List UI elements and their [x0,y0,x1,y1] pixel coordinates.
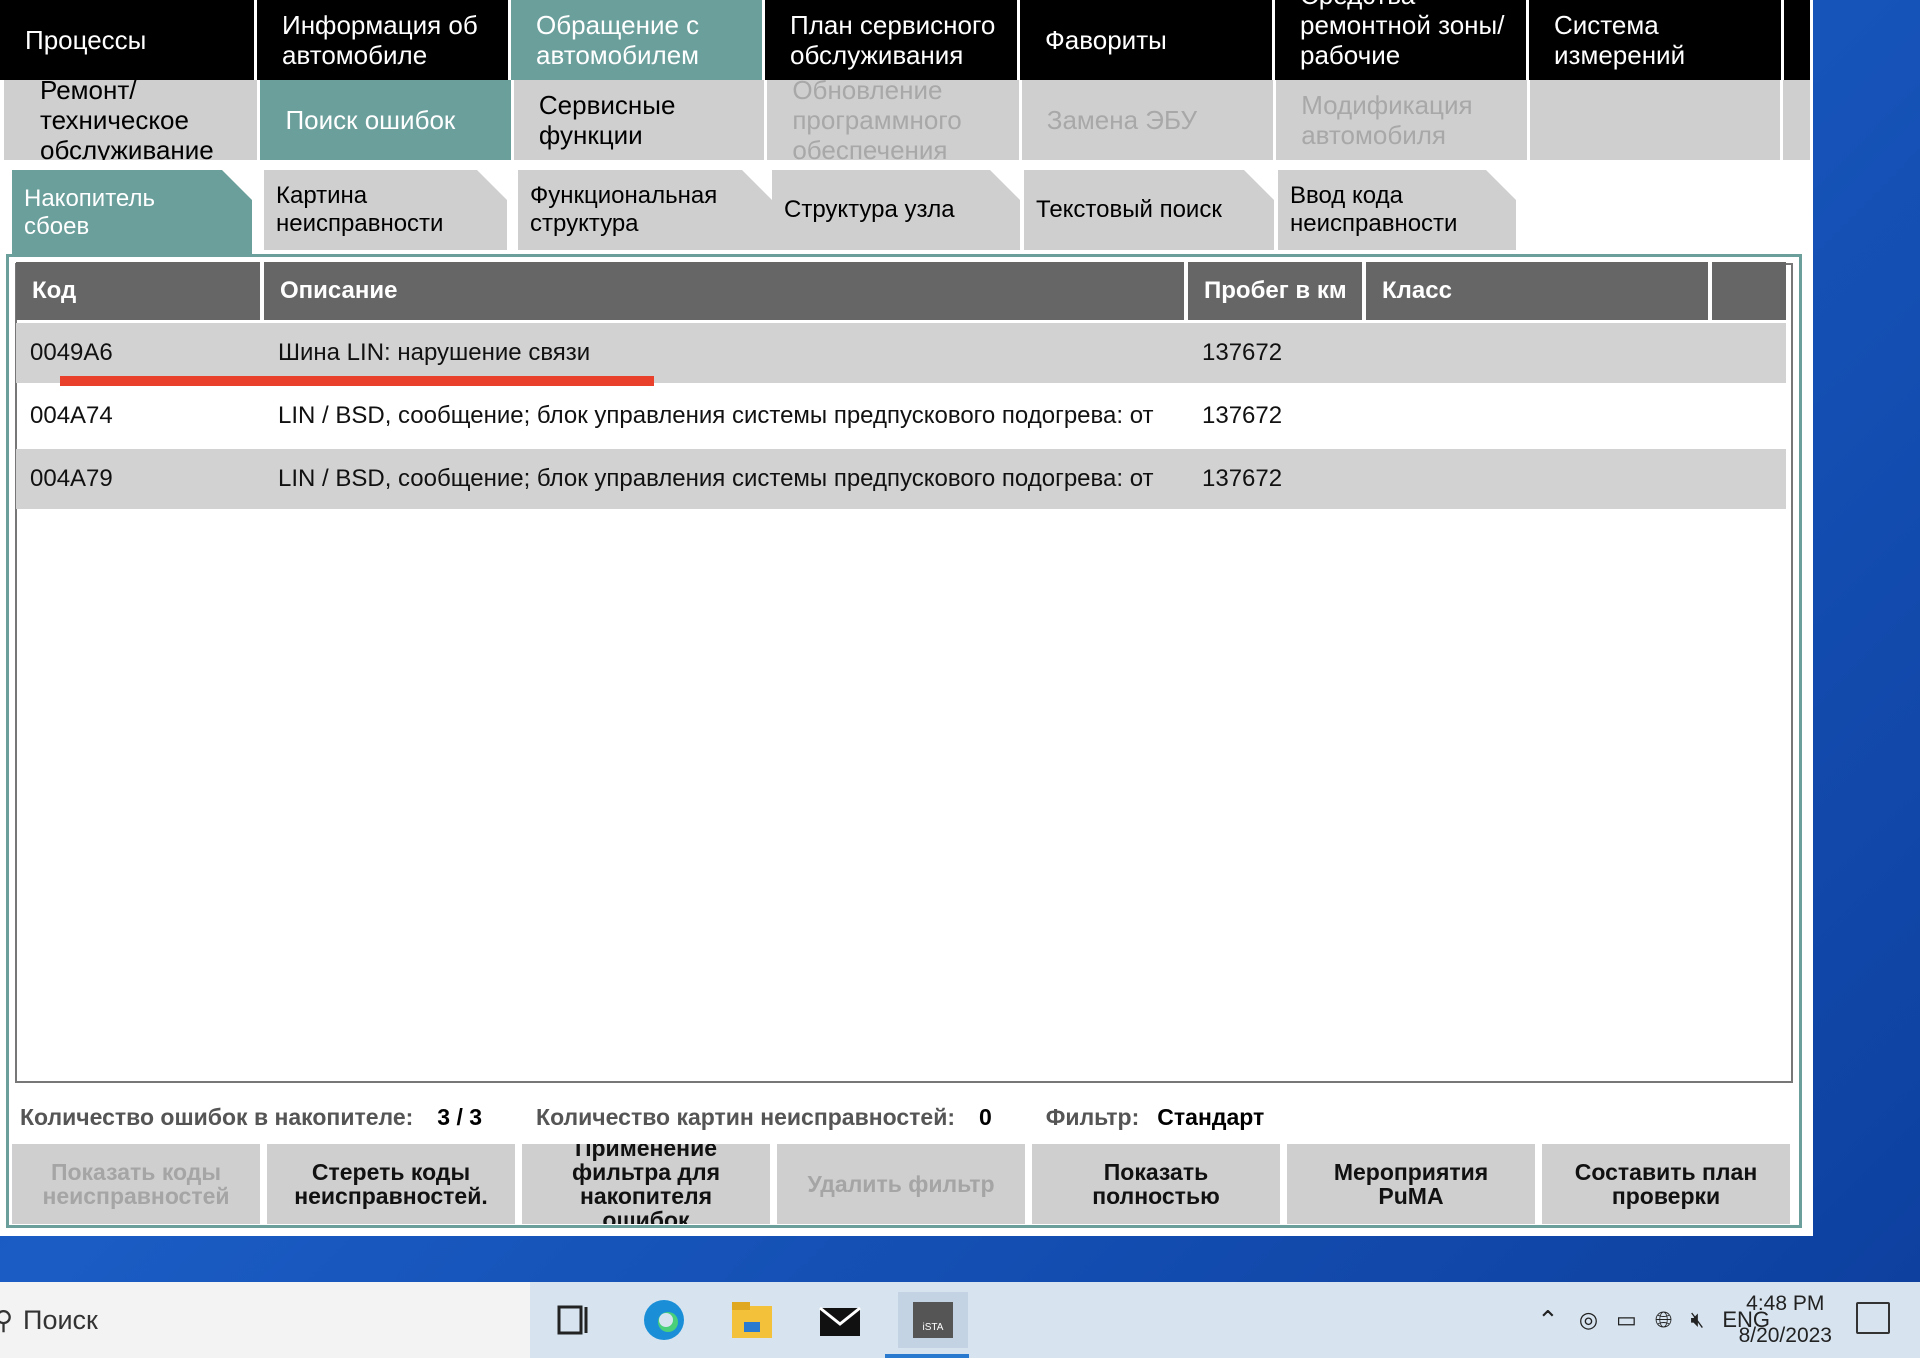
tab-fault-memory[interactable]: Накопитель сбоев [12,170,252,256]
create-test-plan-button[interactable]: Составить план проверки [1542,1144,1790,1224]
menu-vehicle-info[interactable]: Информация об автомобиле [257,0,511,80]
row-code: 0049A6 [30,339,113,366]
tab-component-structure[interactable]: Структура узла [772,170,1020,250]
menu-overflow [1784,0,1813,80]
table-header: Код Описание Пробег в км Класс [16,262,1786,320]
remove-filter-button: Удалить фильтр [777,1144,1025,1224]
submenu-ecu-replacement: Замена ЭБУ [1021,80,1277,160]
tab-functional-structure[interactable]: Функциональная структура [518,170,772,250]
row-code: 004A79 [30,465,113,492]
menu-processes[interactable]: Процессы [0,0,257,80]
submenu-repair-maintenance[interactable]: Ремонт/ техническое обслуживание [4,80,261,160]
submenu-service-functions[interactable]: Сервисные функции [513,80,768,160]
col-code[interactable]: Код [16,262,264,320]
row-mileage: 137672 [1202,465,1283,492]
network-icon[interactable]: 🌐︎ [1655,1307,1673,1333]
filter-value: Стандарт [1157,1104,1265,1130]
volume-muted-icon[interactable]: 🔇︎ [1690,1307,1704,1333]
submenu-vehicle-modification: Модификация автомобиля [1276,80,1530,160]
col-class[interactable]: Класс [1366,262,1712,320]
menu-measurement-system[interactable]: Система измерений [1529,0,1784,80]
notification-center-icon[interactable] [1856,1302,1890,1334]
menu-favorites[interactable]: Фавориты [1020,0,1275,80]
windows-taskbar: ⚲ Поиск iSTA ⌃ ◎ ▭ 🌐︎ 🔇︎ ENG 4:48 PM 8/2… [0,1282,1920,1358]
row-mileage: 137672 [1202,339,1283,366]
row-mileage: 137672 [1202,402,1283,429]
apply-filter-button[interactable]: Применение фильтра для накопителя ошибок [522,1144,770,1224]
tab-fault-code-input[interactable]: Ввод кода неисправности [1278,170,1516,250]
row-description: LIN / BSD, сообщение; блок управления си… [278,465,1154,492]
system-tray: ⌃ ◎ ▭ 🌐︎ 🔇︎ ENG [1537,1282,1770,1358]
show-fault-codes-button: Показать коды неисправностей [12,1144,260,1224]
clock-date: 8/20/2023 [1738,1324,1832,1347]
chevron-up-icon[interactable]: ⌃ [1537,1305,1559,1336]
col-extra [1712,262,1786,320]
svg-text:iSTA: iSTA [923,1322,944,1333]
ista-window: Процессы Информация об автомобиле Обраще… [0,0,1813,1236]
active-app-indicator [885,1354,969,1358]
menu-workshop-fluids[interactable]: Средства ремонтной зоны/ рабочие жидкост… [1275,0,1529,80]
show-all-button[interactable]: Показать полностью [1032,1144,1280,1224]
status-bar: Количество ошибок в накопителе: 3 / 3 Ко… [20,1104,1264,1131]
search-icon: ⚲ [0,1304,14,1335]
tab-fault-pattern[interactable]: Картина неисправности [264,170,507,250]
col-description[interactable]: Описание [264,262,1188,320]
meet-now-icon[interactable]: ◎ [1579,1307,1598,1333]
row-description: LIN / BSD, сообщение; блок управления си… [278,402,1154,429]
fault-pictures-value: 0 [979,1104,992,1130]
clock[interactable]: 4:48 PM 8/20/2023 [1739,1288,1832,1352]
menu-service-plan[interactable]: План сервисного обслуживания [765,0,1020,80]
fault-pictures-label: Количество картин неисправностей: [536,1104,955,1130]
submenu-software-update: Обновление программного обеспечения [767,80,1022,160]
table-row[interactable]: 0049A6 Шина LIN: нарушение связи 137672 [16,323,1786,383]
table-row[interactable]: 004A74 LIN / BSD, сообщение; блок управл… [16,386,1786,446]
edge-icon[interactable] [636,1292,692,1348]
sub-menu: Ремонт/ техническое обслуживание Поиск о… [0,80,1813,162]
puma-measures-button[interactable]: Мероприятия PuMA [1287,1144,1535,1224]
submenu-empty [1529,80,1784,160]
task-view-icon[interactable] [546,1292,602,1348]
mail-icon[interactable] [812,1292,868,1348]
battery-icon[interactable]: ▭ [1616,1307,1637,1333]
col-mileage[interactable]: Пробег в км [1188,262,1366,320]
main-menu: Процессы Информация об автомобиле Обраще… [0,0,1813,80]
submenu-fault-search[interactable]: Поиск ошибок [260,80,514,160]
menu-vehicle-handling[interactable]: Обращение с автомобилем [511,0,765,80]
red-underline-annotation [60,376,654,386]
clock-time: 4:48 PM [1746,1292,1825,1315]
tab-text-search[interactable]: Текстовый поиск [1024,170,1274,250]
action-buttons: Показать коды неисправностей Стереть код… [12,1144,1790,1224]
filter-label: Фильтр: [1045,1104,1140,1130]
row-code: 004A74 [30,402,113,429]
row-description: Шина LIN: нарушение связи [278,339,591,366]
submenu-overflow [1783,80,1813,160]
errors-count-value: 3 / 3 [437,1104,483,1130]
ista-app-icon[interactable]: iSTA [898,1292,968,1348]
errors-count-label: Количество ошибок в накопителе: [20,1104,414,1130]
clear-fault-codes-button[interactable]: Стереть коды неисправностей. [267,1144,515,1224]
search-placeholder: Поиск [23,1304,98,1335]
file-explorer-icon[interactable] [724,1292,780,1348]
taskbar-search-box[interactable]: ⚲ Поиск [0,1282,530,1358]
table-row[interactable]: 004A79 LIN / BSD, сообщение; блок управл… [16,449,1786,509]
